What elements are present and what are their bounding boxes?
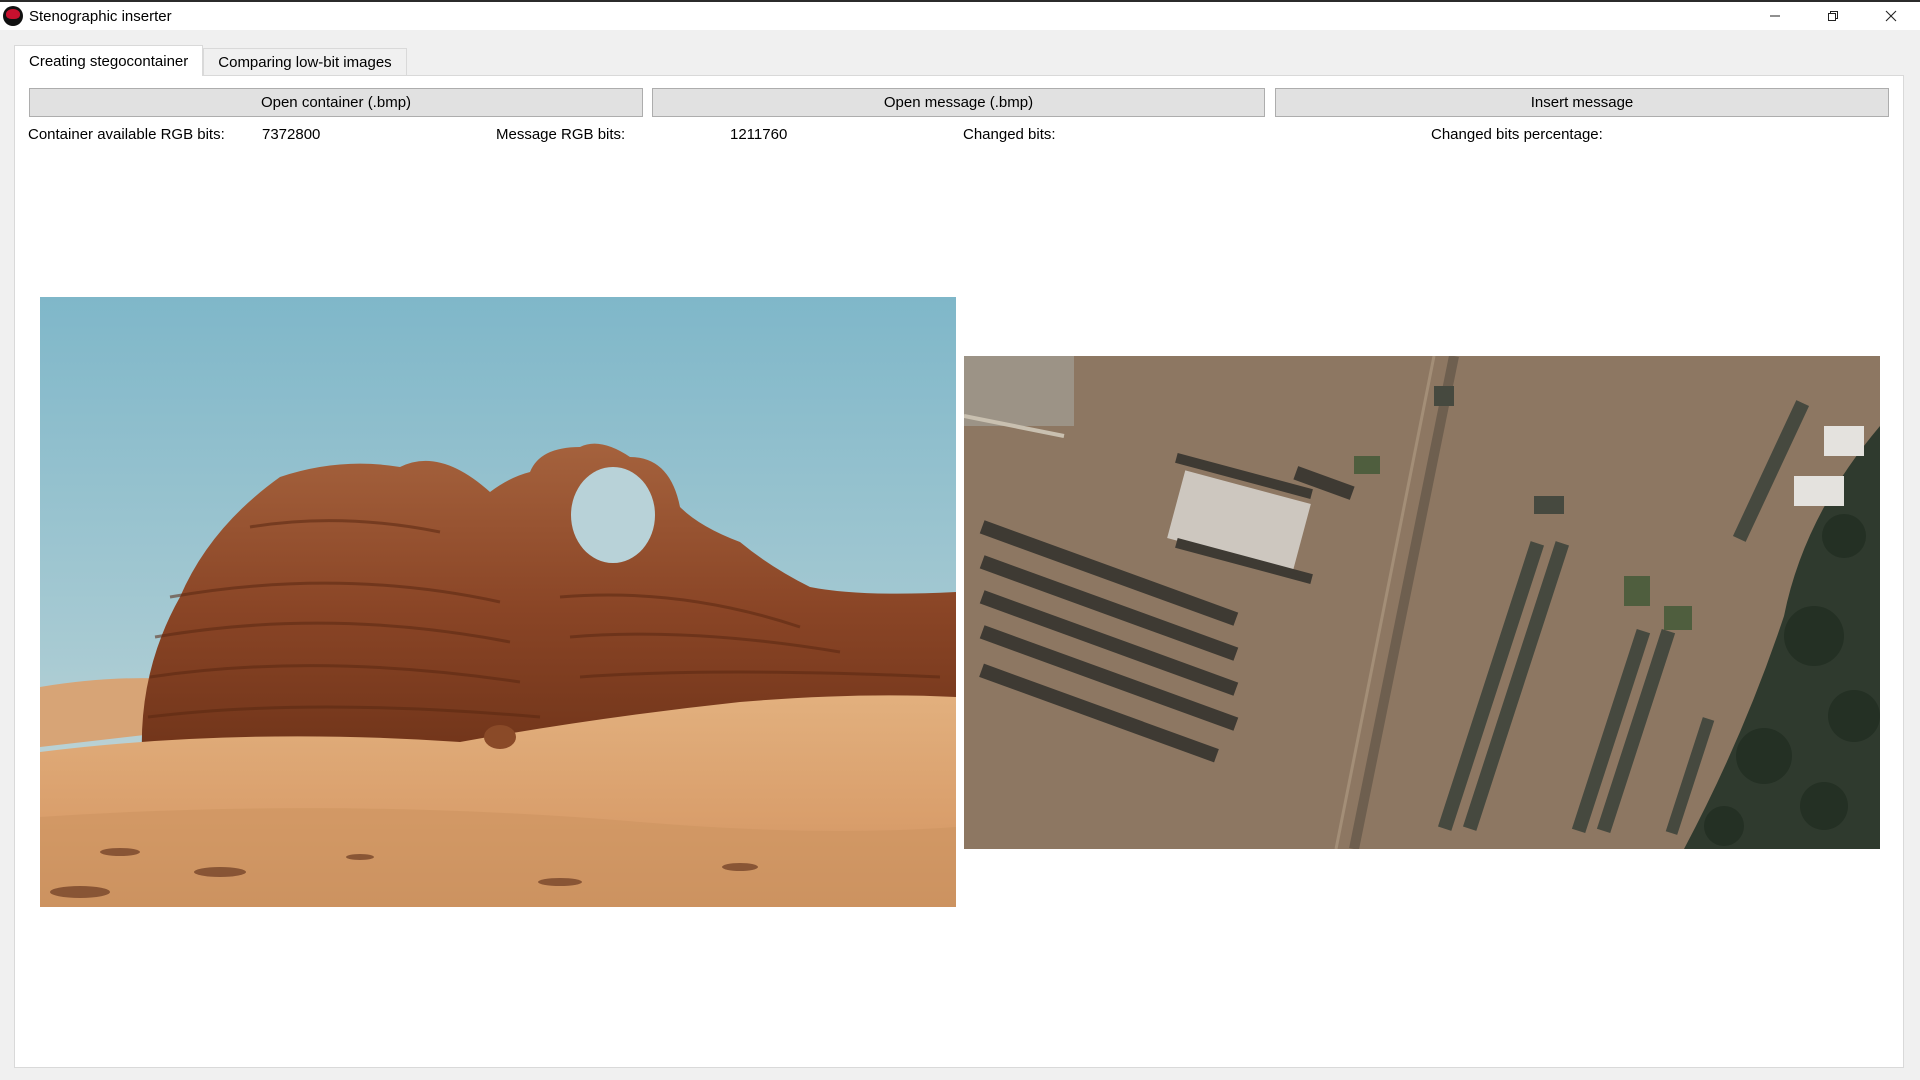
insert-message-button[interactable]: Insert message [1275,88,1889,117]
close-button[interactable] [1862,2,1920,30]
close-icon [1885,10,1897,22]
open-container-button[interactable]: Open container (.bmp) [29,88,643,117]
open-message-button[interactable]: Open message (.bmp) [652,88,1265,117]
restore-icon [1828,11,1838,21]
message-bits-value: 1211760 [730,126,788,143]
message-bits-label: Message RGB bits: [496,126,626,143]
window-controls [1746,2,1920,30]
minimize-button[interactable] [1746,2,1804,30]
tab-comparing-low-bit-images[interactable]: Comparing low-bit images [203,48,407,76]
restore-button[interactable] [1804,2,1862,30]
container-bits-value: 7372800 [262,126,321,143]
changed-bits-percentage-label: Changed bits percentage: [1431,126,1603,143]
tab-bar: Creating stegocontainer Comparing low-bi… [14,45,407,76]
container-bits-label: Container available RGB bits: [28,126,225,143]
container-image [40,297,956,907]
stegocontainer-panel: Open container (.bmp) Open message (.bmp… [14,75,1904,1068]
tab-creating-stegocontainer[interactable]: Creating stegocontainer [14,45,204,76]
title-bar: Stenographic inserter [0,2,1920,30]
app-window: Stenographic inserter Creating stegocont… [0,0,1920,1080]
changed-bits-label: Changed bits: [963,126,1056,143]
window-title: Stenographic inserter [29,7,172,25]
message-image [964,356,1880,849]
app-icon [3,6,23,26]
minimize-icon [1770,15,1780,17]
